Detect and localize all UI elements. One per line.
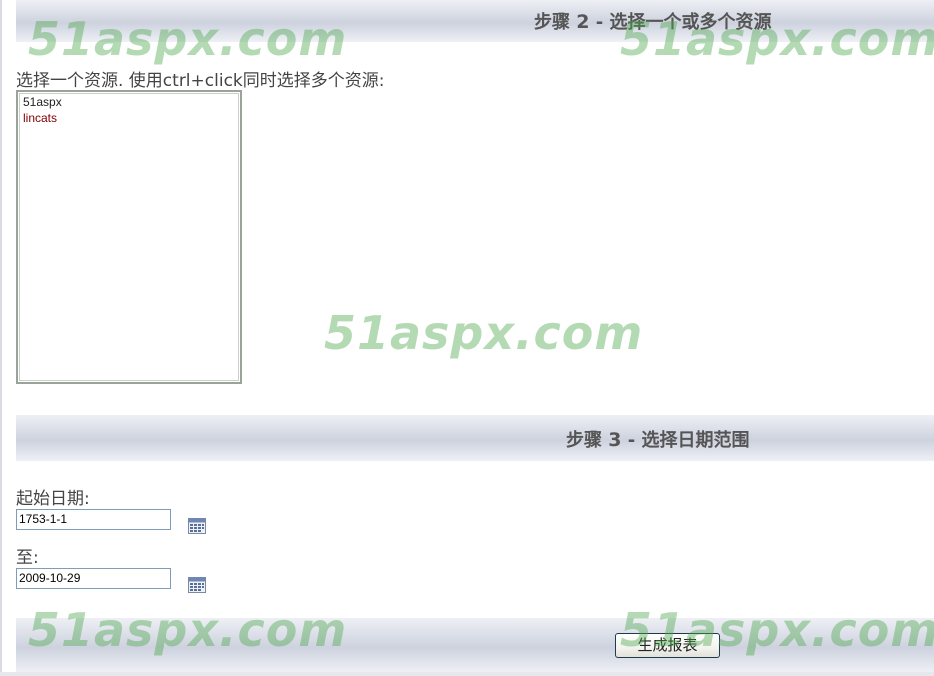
- step3-header: 步骤 3 - 选择日期范围: [16, 415, 934, 461]
- step3-prefix: 步骤: [566, 430, 602, 451]
- step2-number: 2: [576, 11, 590, 33]
- action-bar: [16, 618, 934, 672]
- generate-report-button[interactable]: 生成报表: [615, 633, 720, 658]
- end-date-input[interactable]: [16, 568, 171, 589]
- start-date-input[interactable]: [16, 509, 171, 530]
- step3-number: 3: [608, 429, 622, 451]
- watermark: 51aspx.com: [324, 306, 644, 360]
- step2-prefix: 步骤: [534, 12, 570, 33]
- end-date-label: 至:: [16, 548, 39, 568]
- step2-suffix: - 选择一个或多个资源: [595, 12, 772, 33]
- left-border: [0, 0, 2, 676]
- calendar-icon[interactable]: [188, 518, 206, 534]
- bottom-border: [0, 672, 934, 676]
- step2-header: 步骤 2 - 选择一个或多个资源: [16, 0, 934, 42]
- step3-title: 步骤 3 - 选择日期范围: [566, 426, 750, 452]
- resource-listbox-inner: 51aspx lincats: [19, 93, 239, 381]
- start-date-label: 起始日期:: [16, 489, 90, 509]
- resource-listbox[interactable]: 51aspx lincats: [16, 90, 242, 384]
- resource-instruction: 选择一个资源. 使用ctrl+click同时选择多个资源:: [16, 71, 385, 91]
- resource-option[interactable]: 51aspx: [20, 94, 238, 110]
- resource-option[interactable]: lincats: [20, 110, 238, 126]
- calendar-icon[interactable]: [188, 577, 206, 593]
- step3-suffix: - 选择日期范围: [627, 430, 750, 451]
- step2-title: 步骤 2 - 选择一个或多个资源: [534, 8, 772, 34]
